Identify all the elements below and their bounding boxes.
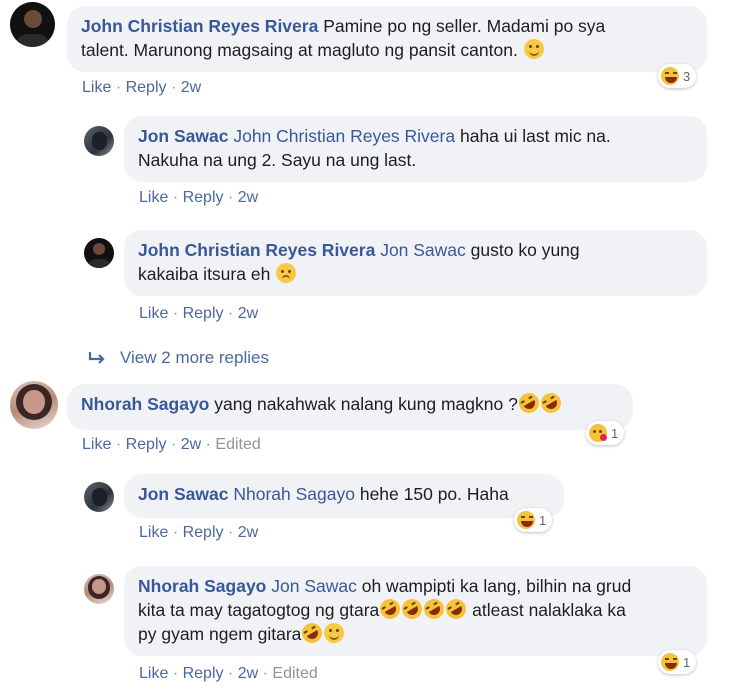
separator: · [172,524,179,541]
laugh-reaction-icon [661,67,679,85]
separator: · [227,189,234,206]
separator: · [170,436,177,453]
comment-author[interactable]: Nhorah Sagayo [138,576,266,596]
reaction-summary[interactable]: 1 [586,421,625,445]
mention-link[interactable]: Jon Sawac [271,576,357,596]
comment-actions: Like · Reply · 2w · Edited [82,436,261,454]
timestamp[interactable]: 2w [238,665,258,682]
separator: · [227,305,234,322]
laugh-reaction-icon [661,653,679,671]
smile-emoji-icon [523,39,544,59]
comment-bubble: Jon Sawac John Christian Reyes Rivera ha… [124,116,707,182]
avatar[interactable] [84,238,114,268]
mention-link[interactable]: John Christian Reyes Rivera [233,126,455,146]
edited-label[interactable]: Edited [215,436,260,453]
avatar[interactable] [10,381,58,429]
wow-haha-reaction-icon [589,424,607,442]
reply-link[interactable]: Reply [126,79,167,96]
reply-link[interactable]: Reply [126,436,167,453]
rofl-emoji-icon [376,595,404,623]
reaction-summary[interactable]: 1 [514,508,553,532]
like-link[interactable]: Like [139,305,168,322]
reply-link[interactable]: Reply [183,665,224,682]
comment-actions: Like · Reply · 2w [139,189,258,207]
rofl-emoji-icon [298,619,327,647]
reaction-count: 1 [611,425,619,441]
view-more-label[interactable]: View 2 more replies [120,348,269,368]
separator: · [227,665,234,682]
comment-bubble: Nhorah Sagayo yang nakahwak nalang kung … [67,384,633,430]
avatar[interactable] [84,482,114,512]
mention-link[interactable]: Jon Sawac [380,240,466,260]
like-link[interactable]: Like [139,524,168,541]
comment-text: talent. Marunong magsaing at magluto ng … [81,40,518,60]
comment-actions: Like · Reply · 2w [139,524,258,542]
like-link[interactable]: Like [139,665,168,682]
mention-link[interactable]: Nhorah Sagayo [233,484,355,504]
comment-text: hehe 150 po. Haha [359,484,509,504]
comment-text: atleast nalaklaka ka [472,600,626,620]
reaction-count: 3 [683,68,691,84]
comment-actions: Like · Reply · 2w · Edited [139,665,318,683]
timestamp[interactable]: 2w [181,79,201,96]
rofl-emoji-icon [515,389,543,417]
avatar[interactable] [84,574,114,604]
comment-author[interactable]: John Christian Reyes Rivera [81,16,318,36]
like-link[interactable]: Like [82,79,111,96]
rofl-emoji-icon [398,595,426,623]
timestamp[interactable]: 2w [238,524,258,541]
reply-arrow-icon [88,352,105,364]
comment-text: oh wampipti ka lang, bilhin na grud [361,576,632,596]
reaction-summary[interactable]: 1 [658,650,697,674]
timestamp[interactable]: 2w [181,436,201,453]
comment-text: kakaiba itsura eh [138,264,271,284]
comment-bubble: John Christian Reyes Rivera Jon Sawac gu… [124,230,707,296]
comment-actions: Like · Reply · 2w [139,305,258,323]
comment-author[interactable]: Jon Sawac [138,126,228,146]
reply-link[interactable]: Reply [183,189,224,206]
reaction-summary[interactable]: 3 [658,64,697,88]
reply-link[interactable]: Reply [183,524,224,541]
separator: · [262,665,268,682]
reaction-count: 1 [683,654,691,670]
comment-text: py gyam ngem gitara [138,624,302,644]
rofl-emoji-icon [420,595,448,623]
comment-text: Pamine po ng seller. Madami po sya [323,16,606,36]
comment-actions: Like · Reply · 2w [82,79,201,97]
comment-author[interactable]: Jon Sawac [138,484,228,504]
like-link[interactable]: Like [139,189,168,206]
rofl-emoji-icon [537,389,565,417]
view-more-replies[interactable]: View 2 more replies [88,348,269,368]
timestamp[interactable]: 2w [238,189,258,206]
comment-text: yang nakahwak nalang kung magkno ? [214,394,518,414]
sad-emoji-icon [276,263,297,283]
laugh-reaction-icon [517,511,535,529]
rofl-emoji-icon [442,595,470,623]
avatar[interactable] [84,126,114,156]
comment-bubble: Nhorah Sagayo Jon Sawac oh wampipti ka l… [124,566,707,656]
separator: · [227,524,234,541]
separator: · [205,436,211,453]
separator: · [170,79,177,96]
comment-author[interactable]: Nhorah Sagayo [81,394,209,414]
separator: · [115,79,122,96]
comment-author[interactable]: John Christian Reyes Rivera [138,240,375,260]
comment-bubble: Jon Sawac Nhorah Sagayo hehe 150 po. Hah… [124,474,564,518]
separator: · [172,305,179,322]
separator: · [115,436,122,453]
comment-bubble: John Christian Reyes Rivera Pamine po ng… [67,6,707,72]
reply-link[interactable]: Reply [183,305,224,322]
edited-label[interactable]: Edited [272,665,317,682]
comment-text: gusto ko yung [470,240,580,260]
separator: · [172,189,179,206]
comment-text: kita ta may tagatogtog ng gtara [138,600,380,620]
comment-text: haha ui last mic na. [459,126,611,146]
smile-emoji-icon [324,623,345,643]
separator: · [172,665,179,682]
like-link[interactable]: Like [82,436,111,453]
avatar[interactable] [10,2,55,47]
timestamp[interactable]: 2w [238,305,258,322]
reaction-count: 1 [539,512,547,528]
comment-text: Nakuha na ung 2. Sayu na ung last. [138,150,417,170]
